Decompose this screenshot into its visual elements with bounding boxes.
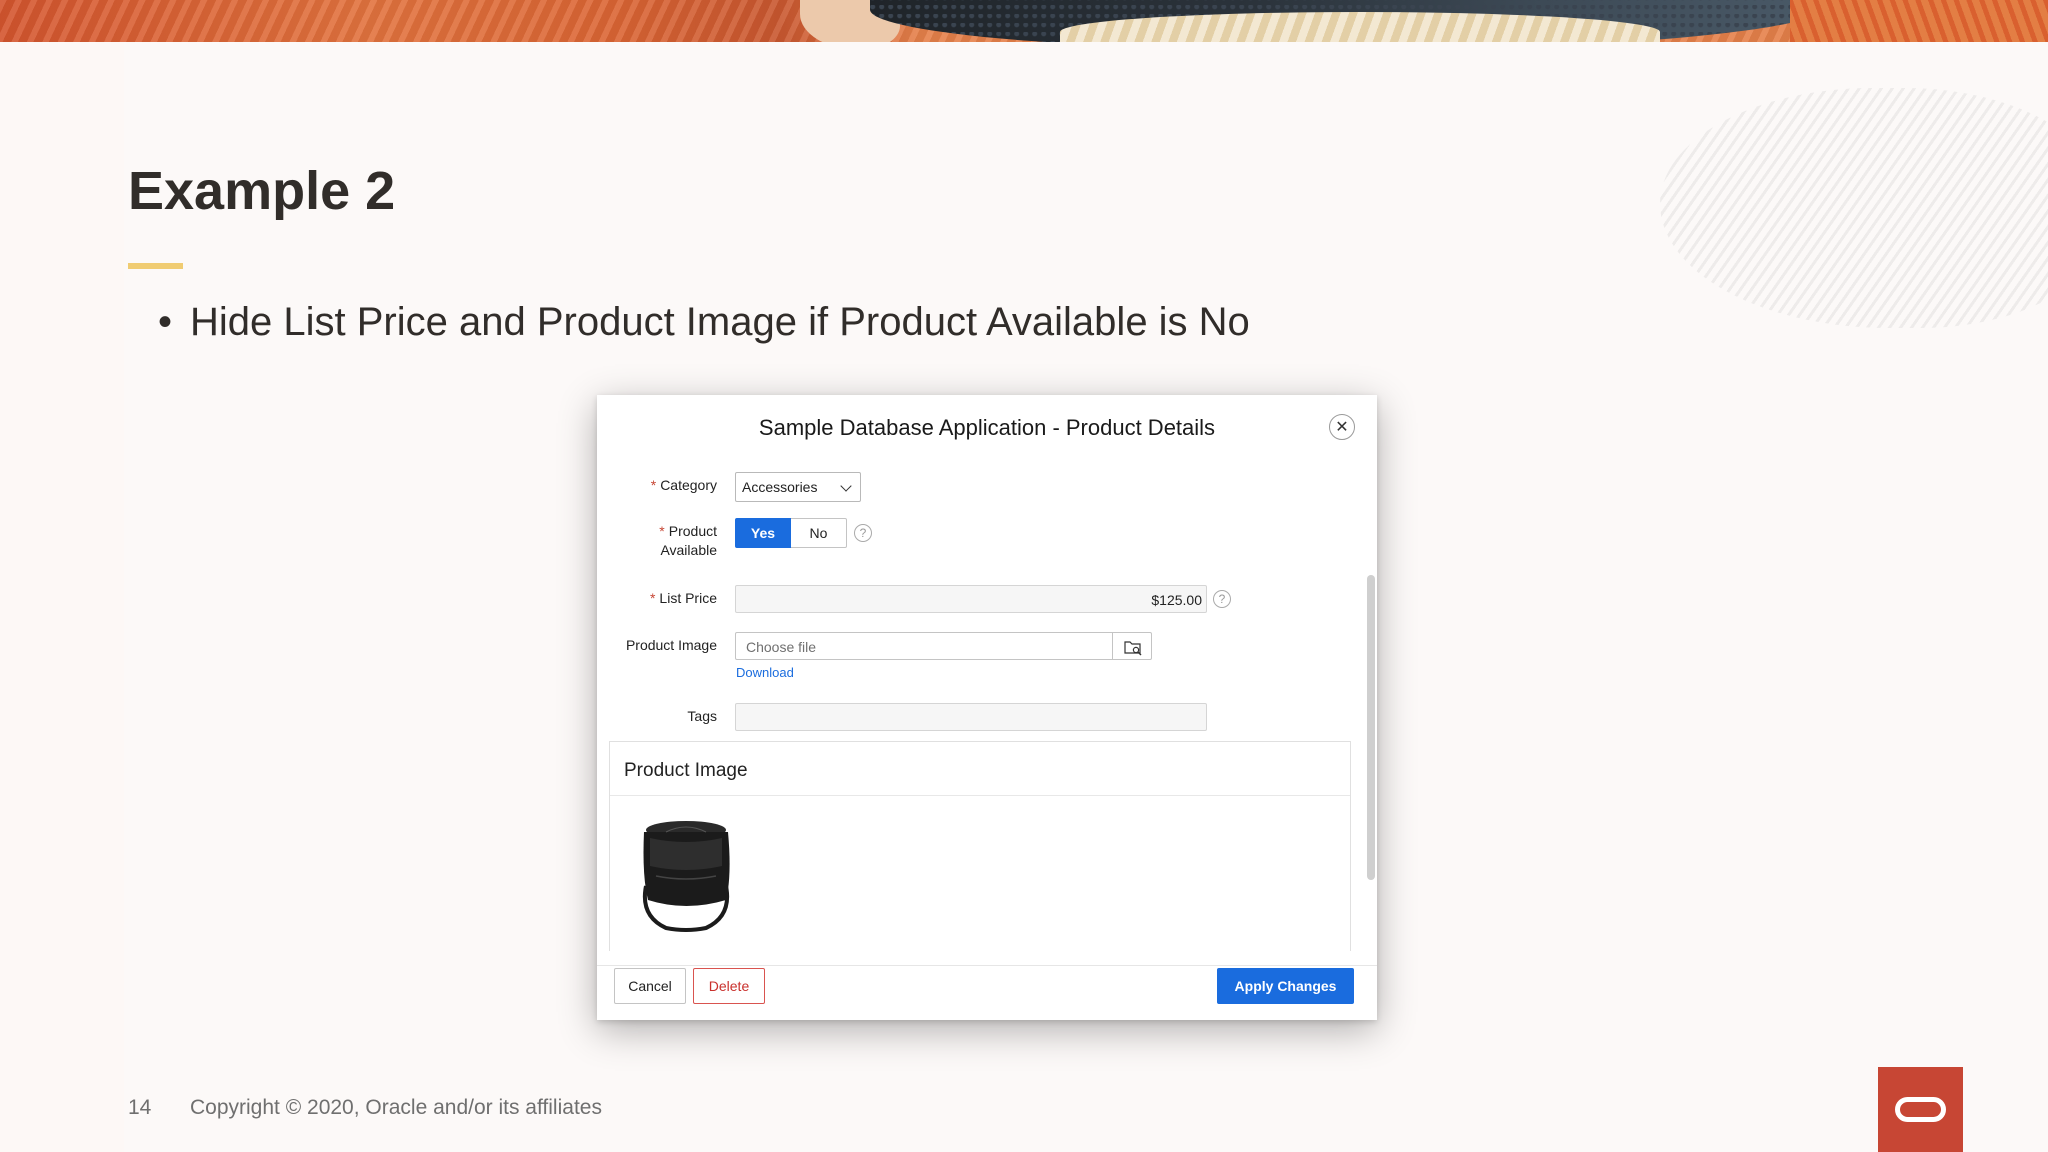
slide-title: Example 2 [128, 161, 396, 221]
tags-label: Tags [687, 708, 717, 724]
product-details-dialog: Sample Database Application - Product De… [597, 395, 1377, 1020]
required-marker: * [659, 523, 665, 539]
oracle-logo [1878, 1067, 1963, 1152]
product-image-label: Product Image [625, 637, 717, 653]
delete-button[interactable]: Delete [693, 968, 765, 1004]
category-value: Accessories [742, 479, 818, 495]
help-icon[interactable]: ? [854, 524, 872, 542]
help-icon[interactable]: ? [1213, 590, 1231, 608]
product-image-region: Product Image [609, 741, 1351, 951]
close-icon[interactable]: ✕ [1329, 414, 1355, 440]
oracle-logo-ring [1895, 1097, 1946, 1122]
title-underline [128, 263, 183, 269]
banner-shape [1790, 0, 2048, 42]
region-title: Product Image [610, 742, 1350, 796]
decorative-pattern [1660, 88, 2048, 328]
chevron-down-icon [840, 480, 852, 492]
required-marker: * [650, 477, 657, 493]
left-margin-strip [0, 42, 124, 1152]
folder-search-icon[interactable] [1112, 632, 1152, 660]
product-image [636, 816, 736, 936]
list-price-label: * List Price [649, 590, 717, 606]
product-available-yes-button[interactable]: Yes [735, 518, 791, 548]
decorative-banner [0, 0, 2048, 42]
product-available-no-button[interactable]: No [791, 518, 847, 548]
category-label: * Category [650, 477, 717, 493]
tags-input[interactable] [735, 703, 1207, 731]
category-select[interactable]: Accessories [735, 472, 861, 502]
bullet-dot: • [158, 300, 173, 344]
scrollbar[interactable] [1367, 575, 1375, 880]
copyright-text: Copyright © 2020, Oracle and/or its affi… [190, 1096, 602, 1119]
required-marker: * [649, 590, 656, 606]
product-image-file-input[interactable]: Choose file [735, 632, 1113, 660]
download-link[interactable]: Download [736, 665, 794, 680]
bullet-text: Hide List Price and Product Image if Pro… [190, 300, 1250, 344]
apply-changes-button[interactable]: Apply Changes [1217, 968, 1354, 1004]
cancel-button[interactable]: Cancel [614, 968, 686, 1004]
dialog-title: Sample Database Application - Product De… [758, 415, 1216, 440]
product-available-label: * Product Available [659, 523, 717, 558]
page-number: 14 [128, 1096, 152, 1119]
list-price-input[interactable]: $125.00 [735, 585, 1207, 613]
